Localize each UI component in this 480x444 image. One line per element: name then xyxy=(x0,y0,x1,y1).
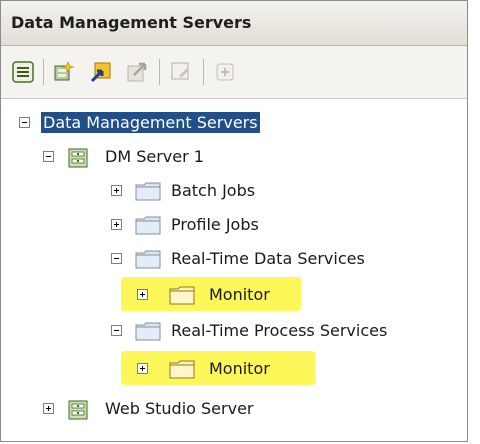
edit-icon[interactable] xyxy=(169,60,193,84)
tree-item-root[interactable]: Data Management Servers xyxy=(1,109,467,135)
folder-icon xyxy=(135,250,161,269)
tree-item-profile-jobs[interactable]: Profile Jobs xyxy=(1,211,467,237)
tree-item-label[interactable]: DM Server 1 xyxy=(105,147,204,166)
expand-icon[interactable] xyxy=(111,219,122,230)
collapse-icon[interactable] xyxy=(19,117,30,128)
panel-title: Data Management Servers xyxy=(11,13,252,32)
properties-icon[interactable] xyxy=(11,60,35,84)
expand-icon[interactable] xyxy=(137,289,148,300)
import-icon[interactable] xyxy=(89,60,113,84)
tree-item-label[interactable]: Monitor xyxy=(209,285,270,304)
tree-item-monitor-process[interactable]: Monitor xyxy=(1,355,467,381)
server-tree: Data Management Servers DM Server 1 Batc… xyxy=(1,99,467,441)
collapse-icon[interactable] xyxy=(43,151,54,162)
tree-item-web-studio-server[interactable]: Web Studio Server xyxy=(1,395,467,421)
server-icon xyxy=(67,399,89,421)
folder-icon xyxy=(169,360,195,379)
panel-header: Data Management Servers xyxy=(1,1,467,46)
tree-item-real-time-process-services[interactable]: Real-Time Process Services xyxy=(1,317,467,343)
toolbar xyxy=(1,46,467,99)
tree-item-label[interactable]: Web Studio Server xyxy=(105,399,253,418)
tree-item-batch-jobs[interactable]: Batch Jobs xyxy=(1,177,467,203)
tree-item-monitor-data[interactable]: Monitor xyxy=(1,281,467,307)
tree-item-label[interactable]: Real-Time Process Services xyxy=(171,321,387,340)
tree-item-real-time-data-services[interactable]: Real-Time Data Services xyxy=(1,245,467,271)
folder-icon xyxy=(135,322,161,341)
export-icon[interactable] xyxy=(125,60,149,84)
collapse-icon[interactable] xyxy=(111,253,122,264)
tree-item-label[interactable]: Batch Jobs xyxy=(171,181,255,200)
folder-icon xyxy=(135,182,161,201)
tree-item-label[interactable]: Data Management Servers xyxy=(41,112,260,133)
tree-item-label[interactable]: Profile Jobs xyxy=(171,215,259,234)
collapse-icon[interactable] xyxy=(111,325,122,336)
new-server-icon[interactable] xyxy=(53,60,77,84)
expand-icon[interactable] xyxy=(43,403,54,414)
expand-icon[interactable] xyxy=(111,185,122,196)
tree-item-label[interactable]: Real-Time Data Services xyxy=(171,249,365,268)
server-icon xyxy=(67,147,89,169)
tree-item-label[interactable]: Monitor xyxy=(209,359,270,378)
expand-icon[interactable] xyxy=(137,363,148,374)
add-icon[interactable] xyxy=(213,60,237,84)
folder-icon xyxy=(169,286,195,305)
tree-item-dm-server-1[interactable]: DM Server 1 xyxy=(1,143,467,169)
folder-icon xyxy=(135,216,161,235)
data-management-servers-panel: Data Management Servers Data Management … xyxy=(0,0,468,442)
